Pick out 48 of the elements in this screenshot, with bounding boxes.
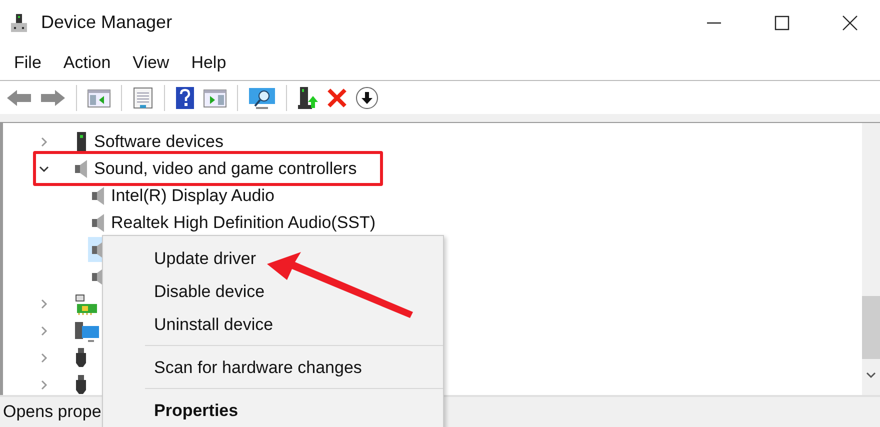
expand-chevron-icon[interactable]: [39, 326, 49, 336]
expand-chevron-icon[interactable]: [39, 352, 49, 362]
help-icon[interactable]: [175, 86, 195, 110]
circuit-board-icon: [74, 292, 98, 314]
menu-item[interactable]: View: [132, 52, 170, 72]
cross-icon[interactable]: [327, 88, 347, 108]
scroll-down-icon[interactable]: [866, 371, 876, 379]
expand-chevron-icon[interactable]: [39, 298, 49, 308]
usb-plug-icon: [74, 346, 88, 368]
tree-item[interactable]: Software devices: [71, 129, 226, 154]
download-icon[interactable]: [355, 86, 379, 110]
tree-item-label: Intel(R) Display Audio: [111, 186, 274, 206]
collapse-chevron-icon[interactable]: [39, 164, 49, 174]
window-title: Device Manager: [41, 12, 172, 33]
maximize-icon[interactable]: [774, 14, 790, 30]
menu-item[interactable]: Help: [191, 52, 226, 72]
tree-item-label: Sound, video and game controllers: [94, 158, 357, 178]
menu-item[interactable]: Scan for hardware changes: [103, 351, 443, 384]
tree-item[interactable]: Realtek High Definition Audio(SST): [88, 210, 379, 235]
monitor-magnifier-icon[interactable]: [248, 86, 276, 110]
menu-item[interactable]: Properties: [103, 394, 443, 427]
menu-item[interactable]: Uninstall device: [103, 308, 443, 341]
forward-arrow-icon[interactable]: [40, 88, 66, 108]
device-manager-icon: [9, 12, 29, 32]
expand-chevron-icon[interactable]: [39, 136, 49, 146]
scrollbar-thumb[interactable]: [862, 296, 880, 359]
tree-item-label: Realtek High Definition Audio(SST): [111, 212, 376, 232]
device-update-icon[interactable]: [297, 86, 319, 110]
speaker-icon: [74, 158, 88, 178]
menu-item[interactable]: Action: [63, 52, 111, 72]
menu-item[interactable]: File: [14, 52, 42, 72]
usb-plug-icon: [74, 374, 88, 396]
menu-item[interactable]: Disable device: [103, 275, 443, 308]
pane-icon[interactable]: [87, 88, 111, 108]
pane-icon[interactable]: [203, 88, 227, 108]
tree-item[interactable]: Intel(R) Display Audio: [88, 183, 278, 208]
properties-icon[interactable]: [132, 86, 154, 108]
speaker-icon: [91, 212, 105, 232]
device-icon: [74, 130, 88, 152]
back-arrow-icon[interactable]: [6, 88, 32, 108]
speaker-icon: [91, 186, 105, 206]
tree-item-label: Software devices: [94, 132, 224, 152]
close-icon[interactable]: [842, 14, 858, 30]
expand-chevron-icon[interactable]: [39, 380, 49, 390]
computer-icon: [74, 320, 100, 342]
tree-item[interactable]: Sound, video and game controllers: [71, 156, 360, 181]
status-text: Opens prope: [3, 402, 102, 422]
menu-item[interactable]: Update driver: [103, 242, 443, 275]
